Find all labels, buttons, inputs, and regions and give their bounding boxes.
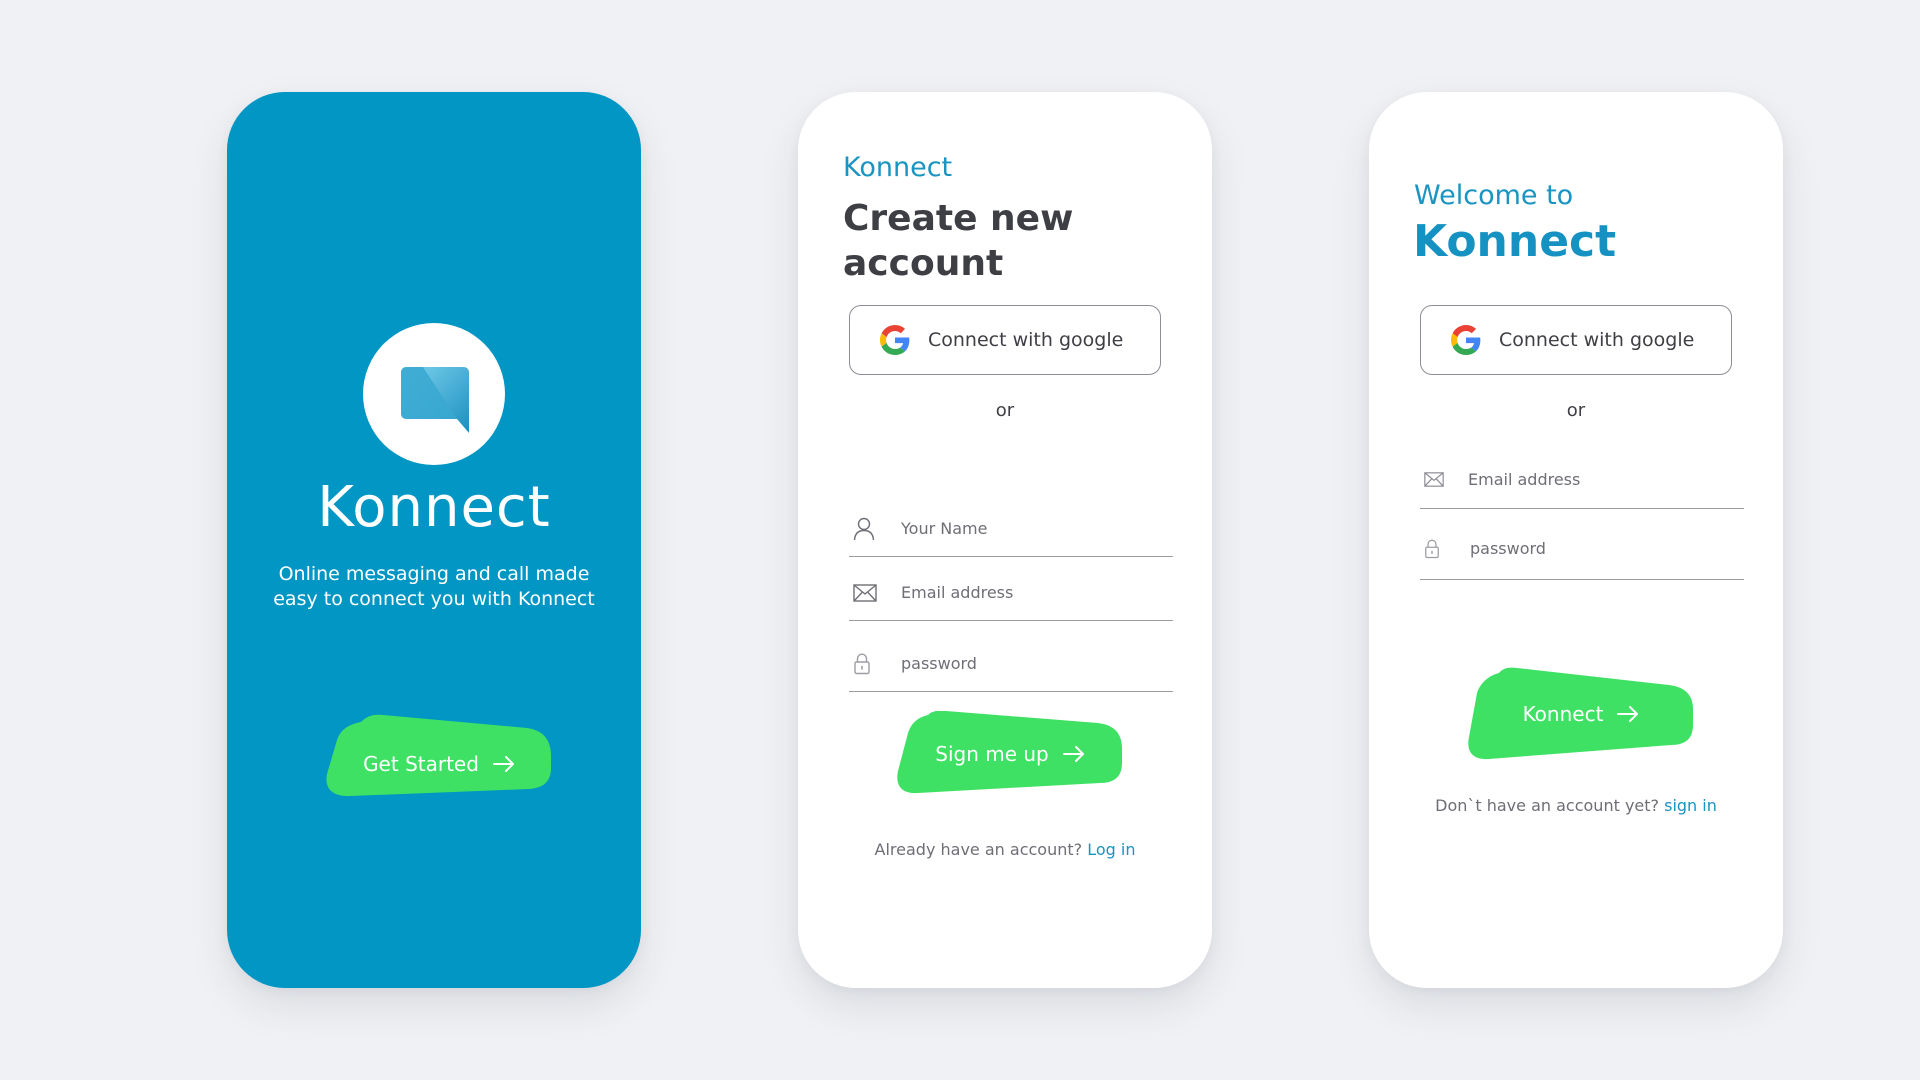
signup-prompt-text: Don`t have an account yet? [1435, 796, 1660, 815]
google-button-label: Connect with google [928, 329, 1124, 351]
login-prompt-text: Already have an account? [874, 840, 1083, 859]
email-field[interactable]: Email address [1420, 451, 1744, 509]
arrow-right-icon [492, 756, 514, 772]
sign-in-link[interactable]: sign in [1664, 796, 1717, 815]
mail-icon [853, 583, 883, 602]
login-prompt: Already have an account? Log in [798, 840, 1212, 859]
arrow-right-icon [1617, 706, 1639, 722]
lock-icon [1424, 539, 1454, 559]
login-link[interactable]: Log in [1087, 840, 1135, 859]
google-button-label: Connect with google [1499, 329, 1695, 351]
mail-icon [1424, 472, 1454, 487]
password-field[interactable]: password [849, 636, 1173, 692]
konnect-label: Konnect [1522, 702, 1604, 726]
email-placeholder: Email address [1468, 470, 1581, 489]
sign-up-button[interactable]: Sign me up [892, 711, 1128, 811]
google-icon [1451, 325, 1481, 355]
connect-google-button[interactable]: Connect with google [1420, 305, 1732, 375]
email-placeholder: Email address [901, 583, 1014, 602]
page-title: Create new account [843, 198, 1074, 284]
splash-screen: Konnect Online messaging and call made e… [227, 92, 641, 988]
app-logo [363, 323, 505, 465]
login-screen: Welcome to Konnect Connect with google o… [1369, 92, 1783, 988]
password-placeholder: password [901, 654, 977, 673]
chat-bubble-icon [401, 367, 469, 433]
google-icon [880, 325, 910, 355]
signup-prompt: Don`t have an account yet? sign in [1369, 796, 1783, 815]
divider-text: or [1566, 400, 1586, 421]
brand-label: Konnect [843, 152, 953, 183]
password-field[interactable]: password [1420, 518, 1744, 580]
sign-up-label: Sign me up [935, 742, 1049, 766]
get-started-button[interactable]: Get Started [321, 714, 557, 814]
page-title: Konnect [1413, 216, 1617, 267]
konnect-submit-button[interactable]: Konnect [1463, 667, 1699, 767]
arrow-right-icon [1062, 746, 1084, 762]
divider-text: or [995, 400, 1015, 421]
user-icon [853, 517, 883, 541]
app-tagline: Online messaging and call made easy to c… [273, 563, 595, 610]
app-showcase: Konnect Online messaging and call made e… [0, 0, 1920, 1080]
lock-icon [853, 652, 883, 675]
email-field[interactable]: Email address [849, 565, 1173, 621]
app-title: Konnect [317, 475, 551, 540]
name-placeholder: Your Name [901, 519, 988, 538]
password-placeholder: password [1470, 539, 1546, 558]
name-field[interactable]: Your Name [849, 501, 1173, 557]
get-started-label: Get Started [363, 752, 479, 776]
connect-google-button[interactable]: Connect with google [849, 305, 1161, 375]
welcome-label: Welcome to [1414, 180, 1574, 211]
signup-screen: Konnect Create new account Connect with … [798, 92, 1212, 988]
